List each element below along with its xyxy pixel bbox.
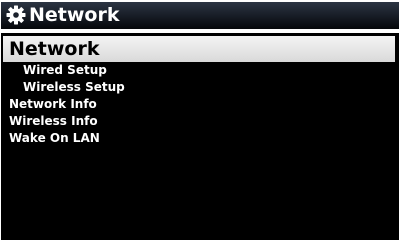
title-bar: Network: [1, 2, 399, 29]
gear-icon: [6, 5, 26, 25]
menu-item-wireless-setup[interactable]: Wireless Setup: [1, 79, 399, 96]
menu-item-wake-on-lan[interactable]: Wake On LAN: [1, 130, 399, 147]
menu-item-wired-setup[interactable]: Wired Setup: [1, 62, 399, 79]
title-divider: [1, 29, 399, 33]
menu-item-wireless-info[interactable]: Wireless Info: [1, 113, 399, 130]
page-title: Network: [29, 4, 120, 26]
menu-item-network[interactable]: Network: [3, 36, 395, 62]
network-menu-screen: Network Network Wired Setup Wireless Set…: [1, 2, 399, 240]
network-menu: Network Wired Setup Wireless Setup Netwo…: [1, 36, 399, 147]
menu-item-network-info[interactable]: Network Info: [1, 96, 399, 113]
